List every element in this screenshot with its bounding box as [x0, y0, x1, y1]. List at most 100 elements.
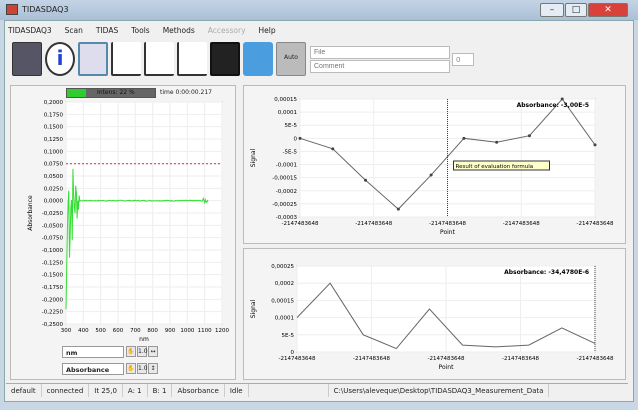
data-point	[495, 140, 499, 144]
cursor-format-button[interactable]: 1.0	[137, 346, 148, 357]
y-tick-label: 5E-5	[282, 333, 295, 339]
status-field-7	[249, 384, 329, 397]
x-tick-label: -2147483648	[577, 356, 614, 362]
data-point	[396, 207, 400, 211]
y-tick-label: -0,0500	[42, 223, 64, 229]
data-point	[331, 147, 335, 151]
cursor-legend: Absorbance: -34,4780E-6	[504, 269, 589, 276]
menu-help[interactable]: Help	[257, 24, 278, 38]
y-tick-label: -0,1000	[42, 248, 64, 254]
cursor-scale-button[interactable]: ↔	[148, 346, 158, 357]
y-tick-label: 0,0250	[44, 186, 64, 192]
x-axis-label: nm	[139, 336, 149, 343]
x-tick-label: 500	[95, 328, 106, 334]
intensity-label: Intens: 22 %	[97, 89, 135, 96]
y-tick-label: 5E-5	[285, 123, 298, 129]
y-tick-label: -0,0001	[276, 163, 297, 169]
cursor-hand-button[interactable]: ✋	[126, 346, 136, 357]
y-tick-label: -0,2000	[42, 297, 64, 303]
status-field-1: connected	[42, 384, 90, 397]
title-bar: TIDASDAQ3 – □ ✕	[0, 0, 638, 20]
data-point	[462, 136, 466, 140]
data-point	[560, 97, 564, 101]
y-tick-label: 0,0750	[44, 162, 64, 168]
spectrum-chart[interactable]: 0,2000 0,1750 0,1500 0,1250 0,1000 0,0750 0,05…	[10, 98, 236, 348]
comment-field[interactable]	[310, 60, 450, 73]
file-field[interactable]	[310, 46, 450, 59]
y-tick-label: -0,0002	[276, 189, 297, 195]
y-tick-label: -0,00025	[272, 202, 297, 208]
status-field-5: Absorbance	[172, 384, 225, 397]
menu-tidas[interactable]: TIDAS	[94, 24, 120, 38]
y-tick-label: 0,1500	[44, 125, 64, 131]
y-tick-label: 0,2000	[44, 100, 64, 106]
x-tick-label: -2147483648	[503, 221, 540, 227]
y-tick-label: -0,1750	[42, 285, 64, 291]
data-point	[593, 143, 597, 147]
y-axis-label: Absorbance	[27, 195, 34, 231]
cursor-hand-button[interactable]: ✋	[126, 363, 136, 374]
y-tick-label: 0,0001	[275, 316, 294, 322]
y-tick-label: -0,2250	[42, 310, 64, 316]
signal-chart-bottom[interactable]: 0,000250,00020,000150,00015E-50-21474836…	[243, 248, 626, 380]
monitor-icon[interactable]	[210, 42, 240, 76]
menu-accessory[interactable]: Accessory	[206, 24, 248, 38]
y-tick-label: 0,00025	[271, 264, 294, 270]
x-tick-label: 700	[130, 328, 141, 334]
cursor-scale-button[interactable]: ↕	[148, 363, 158, 374]
data-point	[298, 136, 302, 140]
folder-icon[interactable]	[243, 42, 273, 76]
menu-scan[interactable]: Scan	[63, 24, 85, 38]
window-layout-icon[interactable]	[78, 42, 108, 76]
y-tick-label: 0,00015	[271, 298, 294, 304]
baseline-graph-icon[interactable]	[111, 42, 141, 76]
spectrometer-icon[interactable]	[12, 42, 42, 76]
y-axis-label: Signal	[250, 299, 257, 318]
x-tick-label: -2147483648	[279, 356, 316, 362]
menu-tools[interactable]: Tools	[129, 24, 151, 38]
close-button[interactable]: ✕	[588, 3, 628, 17]
x-tick-label: -2147483648	[428, 356, 465, 362]
cursor-1-label: Absorbance	[62, 363, 124, 375]
cursor-legend: Absorbance: -3,00E-5	[517, 102, 589, 109]
cursor-0-label: nm	[62, 346, 124, 358]
status-field-8: C:\Users\aleveque\Desktop\TIDASDAQ3_Meas…	[329, 384, 550, 397]
status-field-2: It 25,0	[89, 384, 123, 397]
y-tick-label: 0,0500	[44, 174, 64, 180]
x-tick-label: 600	[113, 328, 124, 334]
window-title: TIDASDAQ3	[22, 5, 69, 14]
auto-button-icon[interactable]: Auto	[276, 42, 306, 76]
status-field-4: B: 1	[148, 384, 173, 397]
menu-bar: TIDASDAQ3 Scan TIDAS Tools Methods Accessory H…	[6, 24, 278, 38]
x-tick-label: 400	[78, 328, 89, 334]
calibration-curve-icon[interactable]	[144, 42, 174, 76]
time-label: time 0:00:00.217	[160, 89, 212, 96]
cursor-format-button[interactable]: 1.0	[137, 363, 148, 374]
y-tick-label: 0,1250	[44, 137, 64, 143]
status-field-0: default	[6, 384, 42, 397]
status-field-6: Idle	[225, 384, 249, 397]
x-tick-label: 900	[165, 328, 176, 334]
data-point	[364, 178, 368, 182]
counter-field[interactable]: 0	[452, 53, 474, 66]
app-icon	[6, 4, 18, 15]
x-tick-label: -2147483648	[577, 221, 614, 227]
maximize-button[interactable]: □	[565, 3, 587, 17]
y-tick-label: 0,00015	[274, 97, 297, 103]
x-tick-label: 300	[61, 328, 72, 334]
x-tick-label: 1200	[215, 328, 229, 334]
x-axis-label: Point	[440, 229, 456, 236]
y-tick-label: 0,0001	[278, 110, 297, 116]
data-point	[527, 134, 531, 138]
status-field-3: A: 1	[123, 384, 148, 397]
signal-chart-top[interactable]: 0,00015 0,0001 5E-5 0 -5E-5 -0,0001 -0,00015 -0…	[243, 85, 626, 244]
minimize-button[interactable]: –	[540, 3, 564, 17]
menu-methods[interactable]: Methods	[161, 24, 197, 38]
intensity-progress-bar: Intens: 22 %	[66, 88, 156, 98]
x-tick-label: -2147483648	[282, 221, 319, 227]
menu-tidasdaq3[interactable]: TIDASDAQ3	[6, 24, 54, 38]
info-icon[interactable]: i	[45, 42, 75, 76]
x-tick-label: -2147483648	[353, 356, 390, 362]
status-bar: default connected It 25,0 A: 1 B: 1 Absorbanc…	[6, 383, 628, 397]
spectrum-icon[interactable]	[177, 42, 207, 76]
